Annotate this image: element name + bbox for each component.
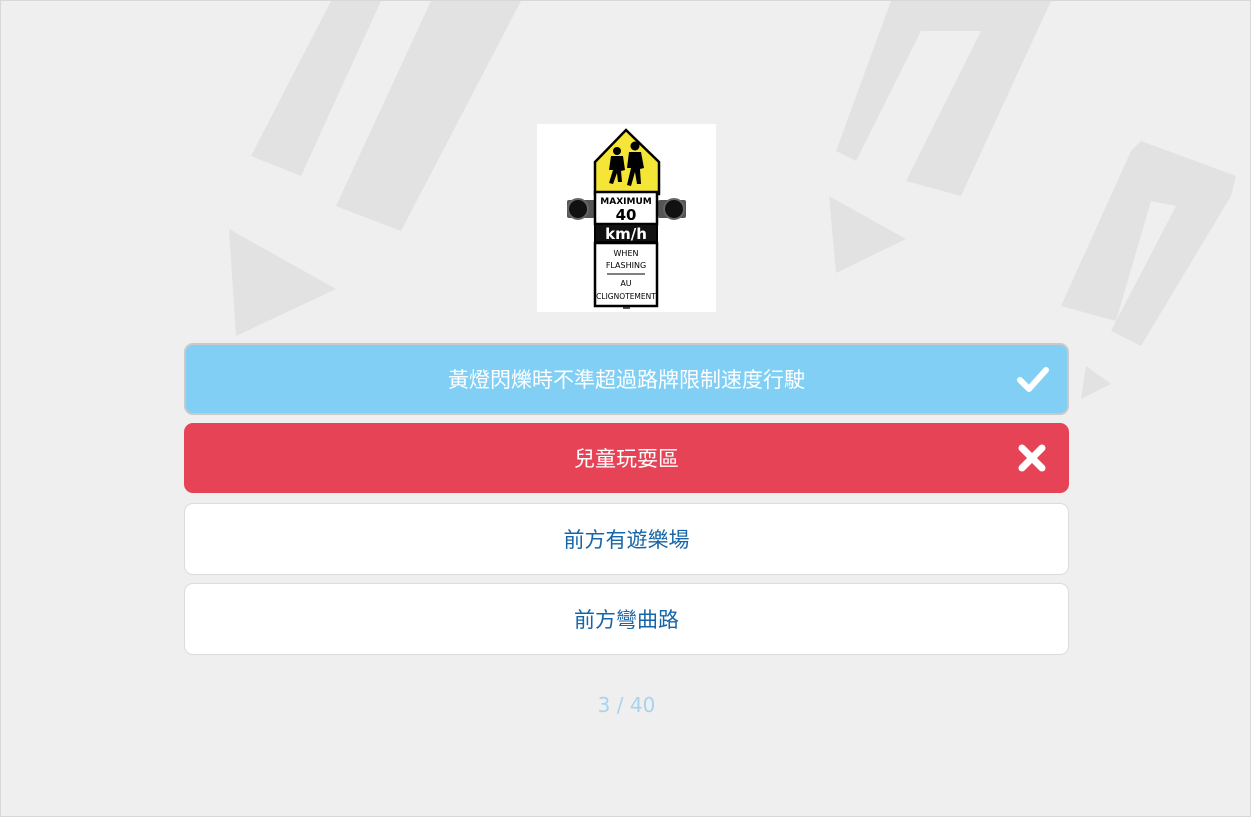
answer-option-wrong[interactable]: 兒童玩耍區 (184, 423, 1069, 493)
sign-au-text: AU (620, 279, 631, 288)
sign-when-text: WHEN (614, 249, 639, 258)
answer-option[interactable]: 前方彎曲路 (184, 583, 1069, 655)
answer-option[interactable]: 前方有遊樂場 (184, 503, 1069, 575)
sign-clignotement-text: CLIGNOTEMENT (596, 292, 656, 301)
answer-label: 兒童玩耍區 (574, 447, 679, 471)
answer-option-correct[interactable]: 黃燈閃爍時不準超過路牌限制速度行駛 (184, 343, 1069, 415)
question-progress: 3 / 40 (597, 693, 656, 717)
quiz-page: MAXIMUM 40 km/h WHEN FLASHING AU CLIGNOT… (0, 0, 1251, 817)
check-icon (1017, 367, 1049, 392)
cross-icon (1018, 444, 1046, 472)
answer-list: 黃燈閃爍時不準超過路牌限制速度行駛 兒童玩耍區 前方有遊樂場 前方彎曲路 (184, 343, 1069, 663)
answer-label: 前方有遊樂場 (563, 528, 690, 552)
sign-unit-text: km/h (605, 225, 647, 243)
sign-flashing-text: FLASHING (606, 261, 646, 270)
question-sign-image: MAXIMUM 40 km/h WHEN FLASHING AU CLIGNOT… (537, 124, 716, 312)
sign-speed-text: 40 (616, 206, 637, 224)
answer-label: 黃燈閃爍時不準超過路牌限制速度行駛 (448, 368, 805, 392)
answer-label: 前方彎曲路 (574, 608, 679, 632)
